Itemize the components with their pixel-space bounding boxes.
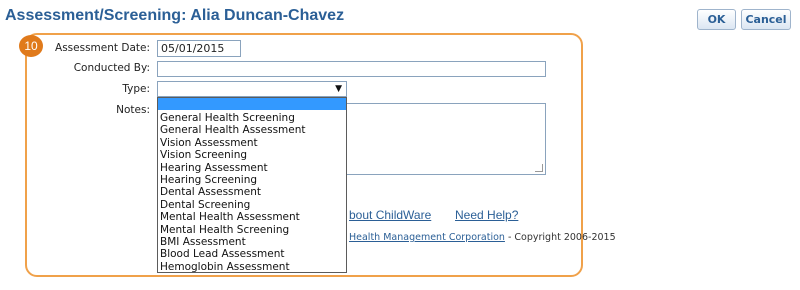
copyright-label: - Copyright 2006-2015 (504, 232, 616, 243)
type-option[interactable]: Mental Health Screening (158, 224, 346, 236)
type-option[interactable]: Hearing Assessment (158, 162, 346, 174)
notes-label: Notes: (116, 104, 150, 116)
type-dropdown-list[interactable]: General Health Screening General Health A… (157, 97, 347, 273)
cancel-button[interactable]: Cancel (741, 9, 791, 30)
type-option[interactable]: Mental Health Assessment (158, 211, 346, 223)
type-label: Type: (122, 83, 150, 95)
page-title: Assessment/Screening: Alia Duncan-Chavez (5, 7, 345, 24)
type-option[interactable]: General Health Screening (158, 112, 346, 124)
type-select[interactable]: ▼ (157, 81, 347, 97)
ok-button[interactable]: OK (697, 9, 736, 30)
type-option-blank[interactable] (158, 98, 346, 110)
type-option[interactable]: Dental Screening (158, 199, 346, 211)
type-option[interactable]: Vision Assessment (158, 137, 346, 149)
resize-grip-icon[interactable] (535, 164, 543, 172)
chevron-down-icon: ▼ (335, 84, 342, 94)
type-option[interactable]: Hearing Screening (158, 174, 346, 186)
type-option[interactable]: Vision Screening (158, 149, 346, 161)
type-option[interactable]: BMI Assessment (158, 236, 346, 248)
assessment-date-field[interactable]: 05/01/2015 (157, 40, 241, 57)
about-childware-link[interactable]: bout ChildWare (349, 208, 431, 222)
conducted-by-field[interactable] (157, 61, 546, 77)
need-help-link[interactable]: Need Help? (455, 208, 518, 222)
assessment-date-label: Assessment Date: (55, 42, 150, 54)
copyright-text: Health Management Corporation - Copyrigh… (349, 232, 616, 243)
type-option[interactable]: Blood Lead Assessment (158, 248, 346, 260)
type-option[interactable]: General Health Assessment (158, 124, 346, 136)
type-option[interactable]: Dental Assessment (158, 186, 346, 198)
conducted-by-label: Conducted By: (73, 62, 150, 74)
type-option[interactable]: Hemoglobin Assessment (158, 261, 346, 273)
company-link[interactable]: Health Management Corporation (349, 232, 505, 243)
